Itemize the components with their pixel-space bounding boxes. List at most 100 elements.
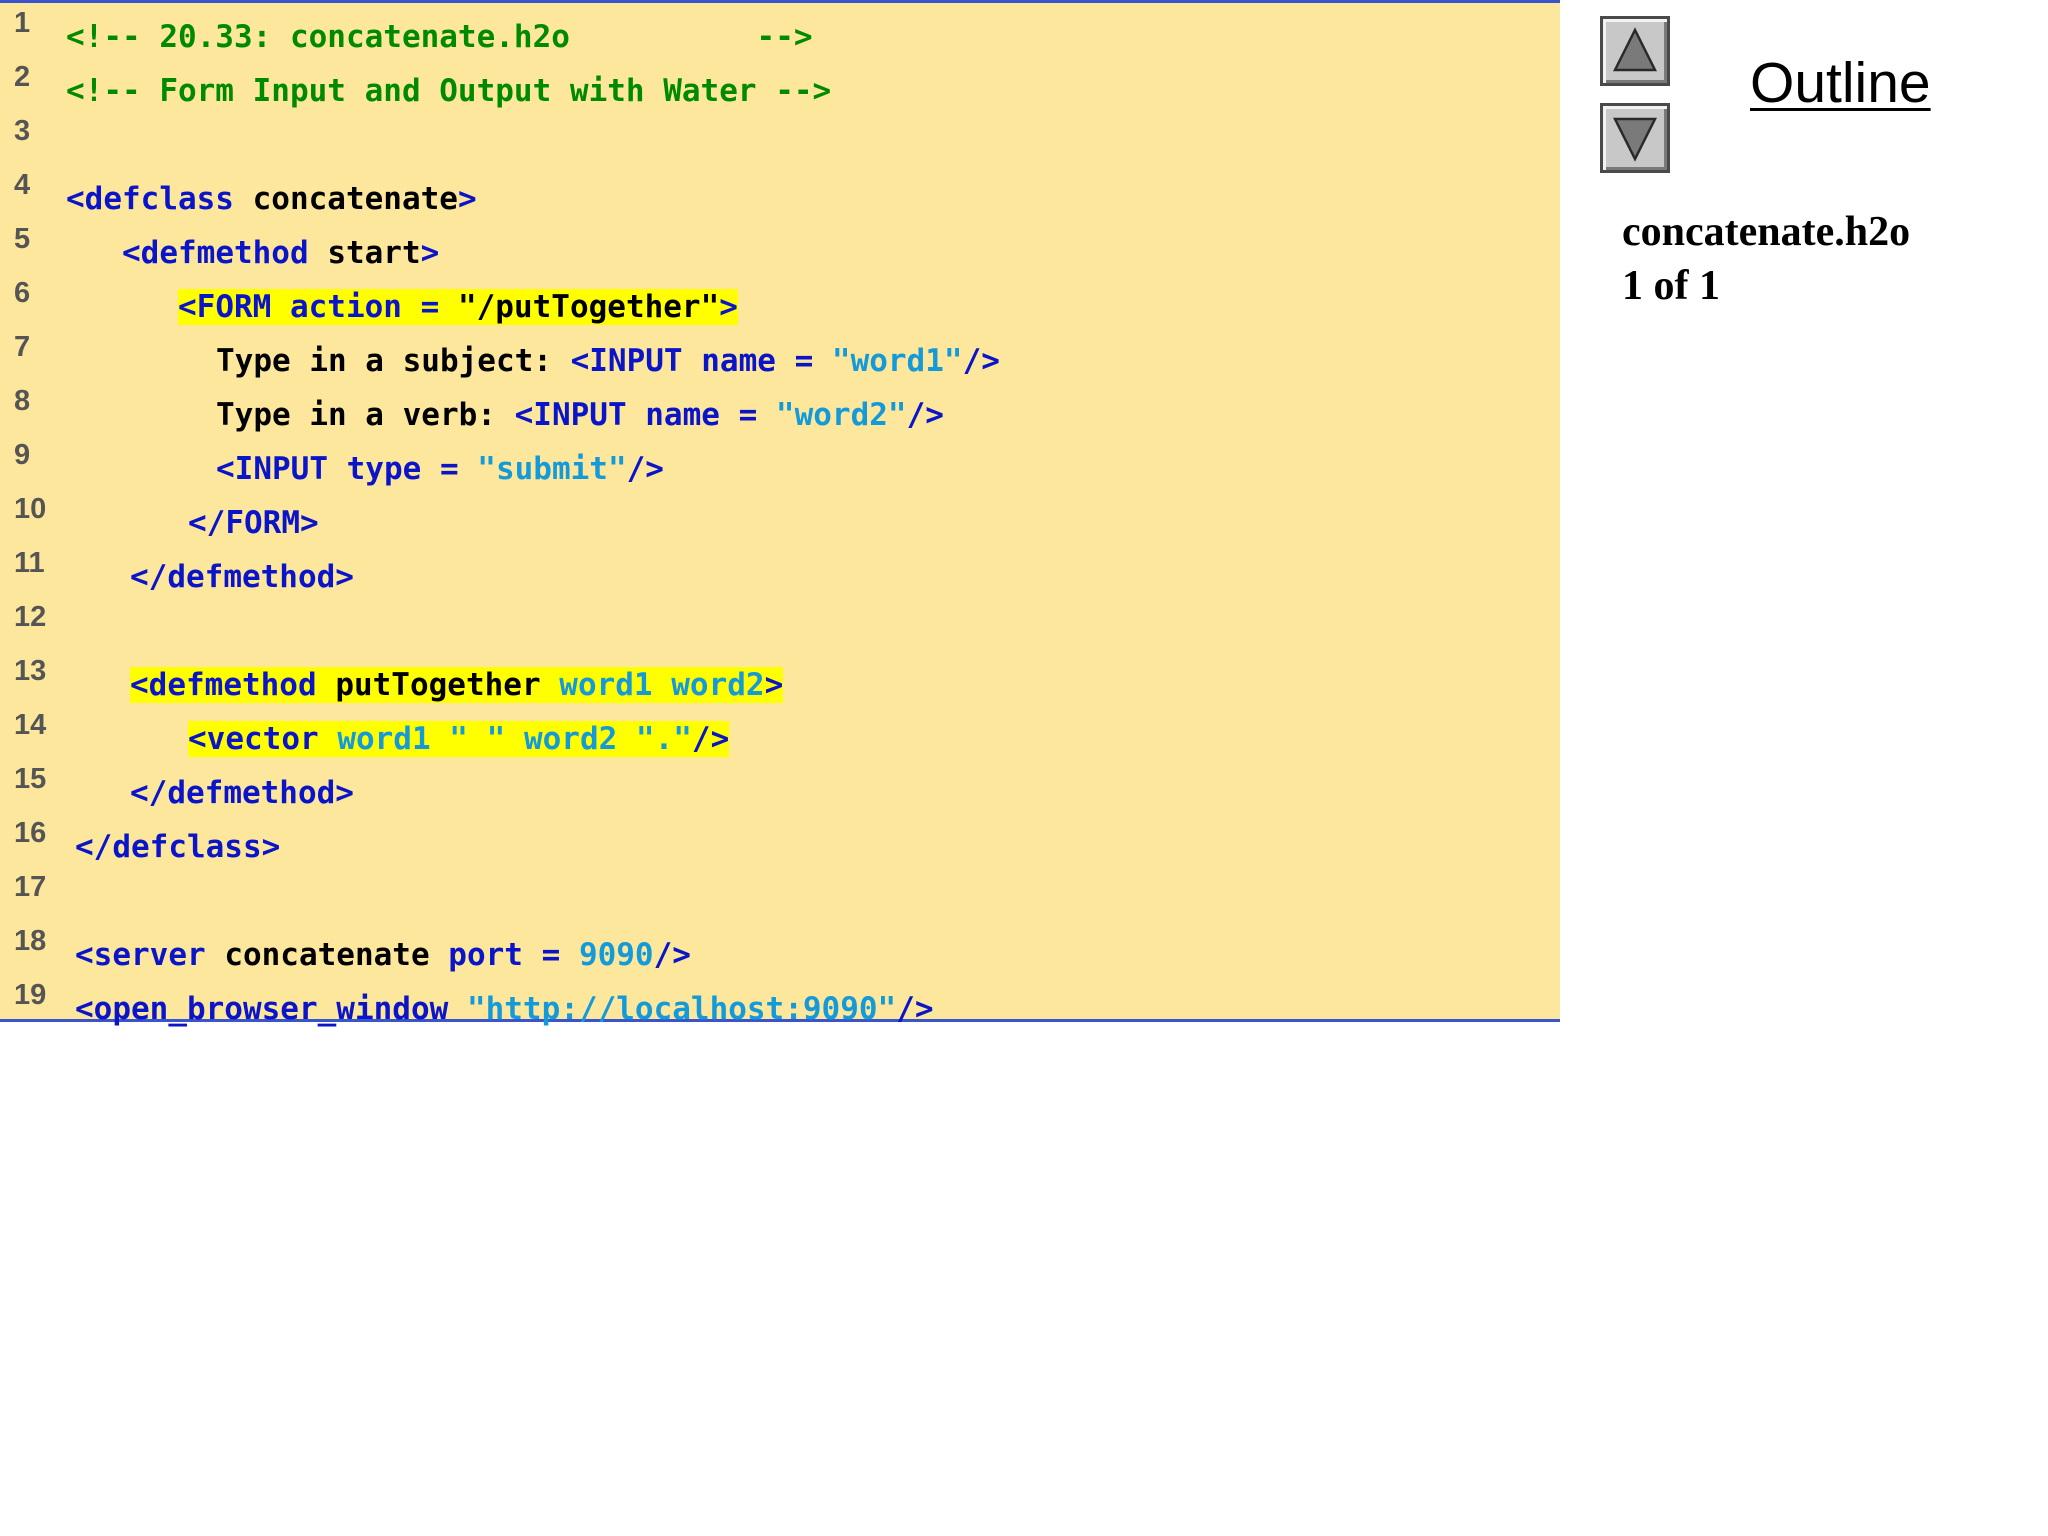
triangle-up-icon xyxy=(1612,27,1658,72)
code-line: 5 <defmethod start> xyxy=(0,223,1560,277)
code-line: 14 <vector word1 " " word2 "."/> xyxy=(0,709,1560,763)
code-line: 13 <defmethod putTogether word1 word2> xyxy=(0,655,1560,709)
code-token: /> xyxy=(962,343,1000,379)
code-token: > xyxy=(420,235,440,271)
code-line: 8 Type in a verb: <INPUT name = "word2"/> xyxy=(0,385,1560,439)
code-token: /> xyxy=(896,991,934,1027)
outline-sidebar: Outline concatenate.h2o 1 of 1 xyxy=(1560,0,2048,1536)
code-text: <!-- 20.33: concatenate.h2o --> xyxy=(66,17,813,57)
line-number: 13 xyxy=(14,655,47,687)
code-token: <open_browser_window xyxy=(75,991,467,1027)
code-token: </FORM> xyxy=(188,505,319,541)
line-number: 17 xyxy=(14,871,47,903)
code-token: "word2" xyxy=(775,397,907,433)
highlighted-code-token: /> xyxy=(691,721,730,757)
code-line: 2 <!-- Form Input and Output with Water -… xyxy=(0,61,1560,115)
previous-slide-button[interactable] xyxy=(1600,16,1670,86)
next-slide-button[interactable] xyxy=(1600,103,1670,173)
code-token: <defmethod xyxy=(122,235,328,271)
code-text: <vector word1 " " word2 "."/> xyxy=(188,719,730,759)
code-text: <defclass concatenate> xyxy=(66,179,477,219)
code-token: </defmethod> xyxy=(130,775,354,811)
code-token: Type in a subject: xyxy=(216,343,571,379)
code-line: 4 <defclass concatenate> xyxy=(0,169,1560,223)
code-token: 9090 xyxy=(578,937,654,973)
highlighted-code-token: <vector xyxy=(188,721,338,757)
code-line: 1 <!-- 20.33: concatenate.h2o --> xyxy=(0,7,1560,61)
code-text: Type in a verb: <INPUT name = "word2"/> xyxy=(216,395,944,435)
code-text: <server concatenate port = 9090/> xyxy=(75,935,691,975)
code-line: 19 <open_browser_window "http://localhost… xyxy=(0,979,1560,1033)
code-line: 17 xyxy=(0,871,1560,925)
code-text: </FORM> xyxy=(188,503,319,543)
line-number: 3 xyxy=(14,115,31,147)
code-text: </defmethod> xyxy=(130,773,354,813)
highlighted-code-token: <defmethod xyxy=(130,667,336,703)
line-number: 14 xyxy=(14,709,47,741)
code-text: </defmethod> xyxy=(130,557,354,597)
code-token: <!-- 20.33: concatenate.h2o --> xyxy=(66,19,813,55)
highlighted-code-token: > xyxy=(764,667,784,703)
line-number: 1 xyxy=(14,7,31,39)
outline-link[interactable]: Outline xyxy=(1750,50,1931,116)
highlighted-code-token: word1 word2 xyxy=(559,667,765,703)
code-token: <INPUT type = xyxy=(216,451,478,487)
code-text: <defmethod putTogether word1 word2> xyxy=(130,665,784,705)
code-token: start xyxy=(327,235,421,271)
code-token: > xyxy=(457,181,477,217)
code-text: <!-- Form Input and Output with Water --… xyxy=(66,71,831,111)
code-line: 10 </FORM> xyxy=(0,493,1560,547)
code-token: concatenate xyxy=(224,937,449,973)
line-number: 19 xyxy=(14,979,47,1011)
line-number: 5 xyxy=(14,223,31,255)
code-token: "word1" xyxy=(831,343,963,379)
code-token: <INPUT name = xyxy=(570,343,832,379)
code-token: <defclass xyxy=(66,181,253,217)
code-text: Type in a subject: <INPUT name = "word1"… xyxy=(216,341,1000,381)
code-token: concatenate xyxy=(252,181,458,217)
code-line: 6 <FORM action = "/putTogether"> xyxy=(0,277,1560,331)
code-line: 18 <server concatenate port = 9090/> xyxy=(0,925,1560,979)
line-number: 15 xyxy=(14,763,47,795)
code-token: <!-- Form Input and Output with Water --… xyxy=(66,73,832,109)
code-line: 11 </defmethod> xyxy=(0,547,1560,601)
code-token: </defmethod> xyxy=(130,559,354,595)
code-text: <defmethod start> xyxy=(122,233,439,273)
code-token: "http://localhost:9090" xyxy=(466,991,897,1027)
slide-page: 1 <!-- 20.33: concatenate.h2o --> 2 <!-- Fo… xyxy=(0,0,2048,1536)
code-text: </defclass> xyxy=(75,827,280,867)
code-token: /> xyxy=(906,397,944,433)
code-token: <server xyxy=(75,937,225,973)
code-token: /> xyxy=(626,451,664,487)
line-number: 9 xyxy=(14,439,31,471)
code-token: /> xyxy=(653,937,691,973)
code-token: </defclass> xyxy=(75,829,281,865)
line-number: 2 xyxy=(14,61,31,93)
code-token: <INPUT name = xyxy=(514,397,776,433)
code-line: 16 </defclass> xyxy=(0,817,1560,871)
line-number: 18 xyxy=(14,925,47,957)
code-line: 9 <INPUT type = "submit"/> xyxy=(0,439,1560,493)
code-text: <INPUT type = "submit"/> xyxy=(216,449,664,489)
code-text: <open_browser_window "http://localhost:9… xyxy=(75,989,934,1029)
highlighted-code-token: > xyxy=(719,289,738,325)
line-number: 10 xyxy=(14,493,47,525)
code-text: <FORM action = "/putTogether"> xyxy=(178,287,738,327)
line-number: 8 xyxy=(14,385,31,417)
line-number: 4 xyxy=(14,169,31,201)
code-token: "submit" xyxy=(477,451,627,487)
triangle-down-icon xyxy=(1612,117,1658,162)
code-line: 12 xyxy=(0,601,1560,655)
code-line: 15 </defmethod> xyxy=(0,763,1560,817)
code-line: 3 xyxy=(0,115,1560,169)
line-number: 7 xyxy=(14,331,31,363)
line-number: 6 xyxy=(14,277,31,309)
line-number: 12 xyxy=(14,601,47,633)
page-indicator: 1 of 1 xyxy=(1622,263,1720,309)
highlighted-code-token: "/putTogether" xyxy=(457,289,720,325)
highlighted-code-token: <FORM action = xyxy=(178,289,458,325)
line-number: 11 xyxy=(14,547,45,579)
highlighted-code-token: word1 " " word2 "." xyxy=(337,721,692,757)
code-token: port = xyxy=(448,937,579,973)
code-listing-panel: 1 <!-- 20.33: concatenate.h2o --> 2 <!-- Fo… xyxy=(0,0,1560,1027)
